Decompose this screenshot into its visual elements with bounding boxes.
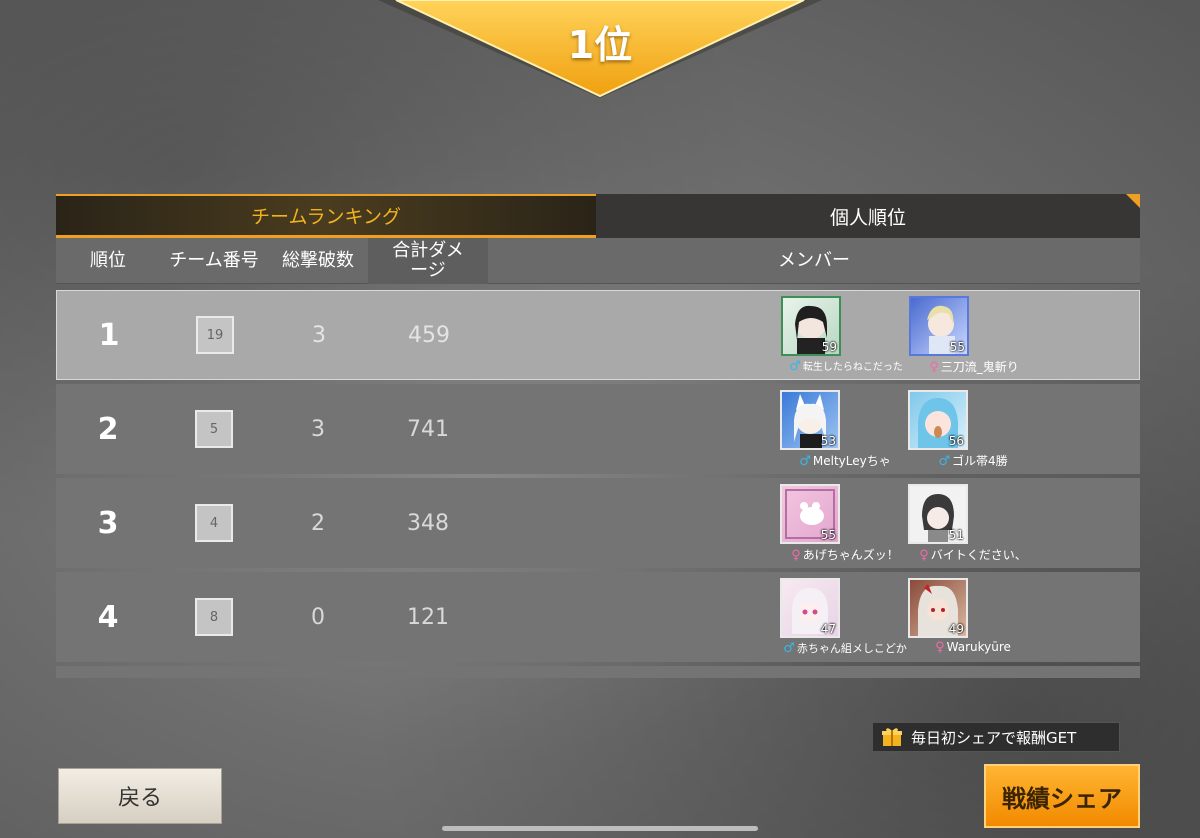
row-rank: 2: [97, 411, 119, 447]
member-card[interactable]: 49 ♀ Warukyūre: [908, 578, 1038, 658]
member-card[interactable]: 55 ♀ 三刀流_鬼斬り: [909, 296, 1039, 376]
member-name: MeltyLeyちゃ: [812, 454, 891, 468]
row-damage: 741: [407, 416, 449, 442]
male-icon: ♂: [789, 359, 801, 374]
member-name-line: ♂ 赤ちゃん組メしこどか: [780, 640, 910, 656]
col-damage: 合計ダメージ: [368, 237, 488, 284]
female-icon: ♀: [919, 548, 929, 563]
table-row[interactable]: 4 8 0 121 47 ♂ 赤ちゃん組メしこどか 49 ♀ Warukyūre: [56, 572, 1140, 662]
team-number-badge: 8: [195, 598, 233, 636]
row-kills: 3: [311, 416, 325, 442]
row-members: 47 ♂ 赤ちゃん組メしこどか 49 ♀ Warukyūre: [488, 572, 1140, 662]
member-card[interactable]: 55 ♀ あげちゃんズッ！: [780, 484, 910, 564]
male-icon: ♂: [783, 641, 795, 656]
member-name-line: ♀ あげちゃんズッ！: [780, 546, 910, 563]
row-team-no: 19: [161, 316, 269, 354]
team-number-badge: 5: [195, 410, 233, 448]
member-name: バイトください、: [930, 548, 1027, 562]
row-team-no: 5: [160, 410, 268, 448]
team-number-badge: 4: [195, 504, 233, 542]
tab-personal-ranking[interactable]: 個人順位: [596, 194, 1140, 238]
rank-banner: 1位: [378, 0, 822, 100]
avatar: 49: [908, 578, 968, 638]
member-name: ゴル帯4勝: [952, 454, 1008, 468]
tab-bar: チームランキング 個人順位: [56, 194, 1140, 238]
row-members: 55 ♀ あげちゃんズッ！ 51 ♀ バイトください、: [488, 478, 1140, 568]
avatar-level: 56: [948, 434, 964, 448]
member-card[interactable]: 53 ♂ MeltyLeyちゃ: [780, 390, 910, 470]
avatar: 59: [781, 296, 841, 356]
row-team-no: 4: [160, 504, 268, 542]
member-name-line: ♀ バイトください、: [908, 546, 1038, 563]
share-results-button[interactable]: 戦績シェア: [984, 764, 1140, 828]
col-kills: 総撃破数: [282, 249, 354, 271]
tab-team-ranking[interactable]: チームランキング: [56, 194, 596, 238]
row-kills: 0: [311, 604, 325, 630]
col-rank: 順位: [90, 249, 126, 271]
row-rank: 1: [98, 317, 120, 353]
member-card[interactable]: 51 ♀ バイトください、: [908, 484, 1038, 564]
male-icon: ♂: [938, 454, 950, 469]
member-name-line: ♂ MeltyLeyちゃ: [780, 452, 910, 469]
member-name-line: ♀ 三刀流_鬼斬り: [909, 358, 1039, 375]
avatar: 51: [908, 484, 968, 544]
member-name-line: ♀ Warukyūre: [908, 640, 1038, 655]
member-name: あげちゃんズッ！: [802, 548, 899, 562]
avatar: 56: [908, 390, 968, 450]
avatar: 53: [780, 390, 840, 450]
table-row[interactable]: 2 5 3 741 53 ♂ MeltyLeyちゃ 56 ♂ ゴル帯4勝: [56, 384, 1140, 474]
avatar-level: 59: [821, 340, 837, 354]
row-rank: 3: [97, 505, 119, 541]
row-damage: 459: [408, 322, 450, 348]
female-icon: ♀: [935, 640, 945, 655]
avatar-level: 53: [820, 434, 836, 448]
avatar-level: 55: [949, 340, 965, 354]
member-name-line: ♂ 転生したらねこだった: [781, 358, 911, 374]
row-damage: 121: [407, 604, 449, 630]
col-team-no: チーム番号: [169, 249, 259, 271]
tab-corner-accent: [1126, 194, 1140, 208]
member-card[interactable]: 56 ♂ ゴル帯4勝: [908, 390, 1038, 470]
col-damage-label: 合計ダメージ: [392, 239, 464, 281]
table-row[interactable]: 1 19 3 459 59 ♂ 転生したらねこだった 55 ♀ 三刀流_鬼斬り: [56, 290, 1140, 380]
table-row[interactable]: [56, 666, 1140, 678]
row-kills: 2: [311, 510, 325, 536]
member-card[interactable]: 59 ♂ 転生したらねこだった: [781, 296, 911, 376]
member-name-line: ♂ ゴル帯4勝: [908, 452, 1038, 469]
row-rank: 4: [97, 599, 119, 635]
avatar-level: 49: [948, 622, 964, 636]
avatar: 47: [780, 578, 840, 638]
row-team-no: 8: [160, 598, 268, 636]
avatar-level: 55: [820, 528, 836, 542]
rank-title: 1位: [567, 23, 633, 67]
member-name: 赤ちゃん組メしこどか: [796, 642, 907, 655]
row-kills: 3: [312, 322, 326, 348]
male-icon: ♂: [799, 454, 811, 469]
member-card[interactable]: 47 ♂ 赤ちゃん組メしこどか: [780, 578, 910, 658]
avatar-level: 51: [948, 528, 964, 542]
row-members: 59 ♂ 転生したらねこだった 55 ♀ 三刀流_鬼斬り: [489, 290, 1139, 380]
team-number-badge: 19: [196, 316, 234, 354]
avatar-level: 47: [820, 622, 836, 636]
member-name: 転生したらねこだった: [802, 362, 903, 373]
ranking-panel: チームランキング 個人順位 順位 チーム番号 総撃破数 合計ダメージ メンバー …: [56, 194, 1140, 678]
back-button[interactable]: 戻る: [58, 768, 222, 824]
table-header: 順位 チーム番号 総撃破数 合計ダメージ メンバー: [56, 237, 1140, 284]
avatar: 55: [780, 484, 840, 544]
row-damage: 348: [407, 510, 449, 536]
female-icon: ♀: [929, 360, 939, 375]
col-members: メンバー: [778, 249, 850, 271]
tab-personal-label: 個人順位: [829, 206, 906, 229]
female-icon: ♀: [791, 548, 801, 563]
share-reward-note: 毎日初シェアで報酬GET: [872, 722, 1120, 752]
home-indicator[interactable]: [442, 826, 758, 831]
share-reward-text: 毎日初シェアで報酬GET: [911, 728, 1077, 747]
table-row[interactable]: 3 4 2 348 55 ♀ あげちゃんズッ！ 51 ♀ バイトください、: [56, 478, 1140, 568]
member-name: Warukyūre: [946, 640, 1011, 654]
row-members: 53 ♂ MeltyLeyちゃ 56 ♂ ゴル帯4勝: [488, 384, 1140, 474]
member-name: 三刀流_鬼斬り: [940, 360, 1019, 374]
gift-icon: [882, 728, 902, 746]
avatar: 55: [909, 296, 969, 356]
